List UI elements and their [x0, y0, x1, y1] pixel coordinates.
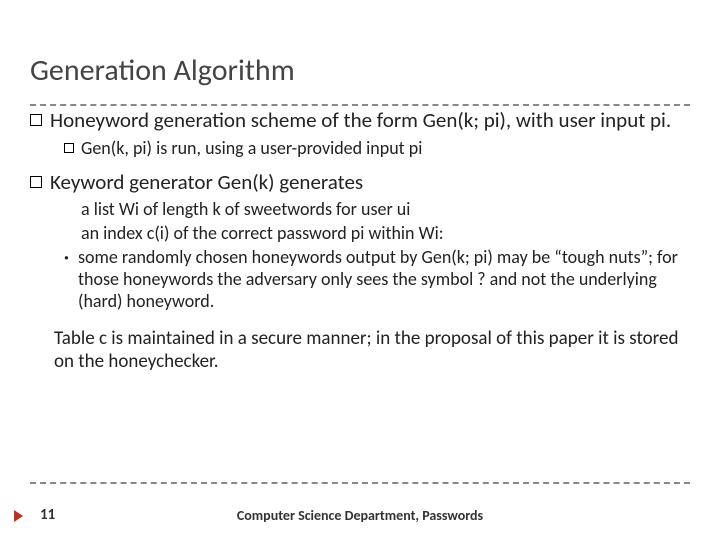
dot-bullet-icon: · — [64, 247, 78, 313]
slide-body: Honeyword generation scheme of the form … — [30, 108, 690, 373]
paragraph: Table c is maintained in a secure manner… — [54, 327, 690, 373]
bullet-text: Honeyword generation scheme of the form … — [50, 107, 671, 133]
slide: Generation Algorithm Honeyword generatio… — [0, 0, 720, 540]
bullet-text: Gen(k, pi) is run, using a user-provided… — [81, 137, 422, 159]
bullet-text: a list Wi of length k of sweetwords for … — [81, 199, 690, 221]
bullet-level3: an index c(i) of the correct password pi… — [64, 223, 690, 245]
square-bullet-small-icon — [64, 228, 74, 245]
divider-bottom — [30, 482, 690, 484]
square-bullet-small-icon — [64, 143, 74, 153]
bullet-level2: Gen(k, pi) is run, using a user-provided… — [64, 138, 690, 160]
square-bullet-icon — [30, 114, 42, 126]
bullet-level1: Honeyword generation scheme of the form … — [30, 108, 690, 134]
bullet-text: an index c(i) of the correct password pi… — [81, 223, 690, 245]
slide-title: Generation Algorithm — [30, 52, 295, 89]
bullet-level3: · some randomly chosen honeywords output… — [64, 247, 690, 313]
bullet-level1: Keyword generator Gen(k) generates — [30, 170, 690, 196]
bullet-text: Keyword generator Gen(k) generates — [50, 169, 363, 195]
square-bullet-icon — [30, 176, 42, 188]
bullet-level3: a list Wi of length k of sweetwords for … — [64, 199, 690, 221]
bullet-text: some randomly chosen honeywords output b… — [78, 247, 690, 313]
footer-text: Computer Science Department, Passwords — [0, 507, 720, 524]
divider-top — [30, 104, 690, 106]
square-bullet-small-icon — [64, 204, 74, 221]
